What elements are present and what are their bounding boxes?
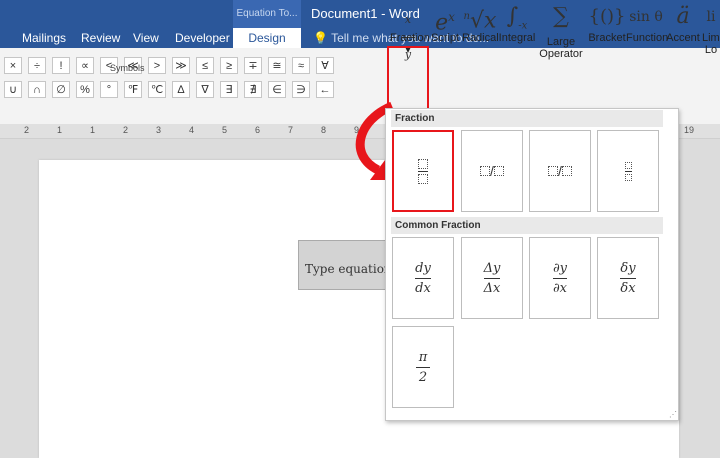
function-button[interactable]: sin θ Function [626,2,669,60]
gallery-section-fraction: Fraction [391,110,663,127]
symbol-button[interactable]: ≫ [172,57,190,74]
ruler-number: 1 [90,125,96,135]
lightbulb-icon: 💡 [313,31,332,45]
skewed-fraction-icon: / [480,163,504,179]
symbol-button[interactable]: ∩ [28,81,46,98]
symbol-button[interactable]: ∋ [292,81,310,98]
symbol-button[interactable]: ℃ [148,81,166,98]
resize-grip-icon[interactable]: ⋰ [669,410,677,419]
symbol-button[interactable]: ∄ [244,81,262,98]
radical-label: Radical [462,32,499,44]
fraction-numerator: ∂y [552,260,568,276]
ruler-number: 5 [222,125,228,135]
fraction-delta-y-delta-x-option[interactable]: Δy Δx [461,237,523,319]
symbol-button[interactable]: ∪ [4,81,22,98]
tab-mailings[interactable]: Mailings [22,28,66,48]
integral-label: Integral [498,32,536,44]
fraction-denominator: dx [415,280,431,296]
script-button[interactable]: ex Script [429,2,461,60]
large-operator-icon: ∑ [553,4,569,29]
limit-icon: li [706,9,716,25]
symbol-button[interactable]: > [148,57,166,74]
tab-design[interactable]: Design [233,28,301,48]
limit-label: Limi Lo [702,32,720,56]
ruler-number: 3 [156,125,162,135]
limit-button[interactable]: li Limi Lo [702,2,720,60]
fraction-denominator: ∂x [552,280,568,296]
symbol-button[interactable]: ° [100,81,118,98]
fraction-icon: xy [390,2,426,61]
fraction-denominator: Δx [483,280,501,296]
fraction-numerator: Δy [483,260,501,276]
bracket-icon: {()} [588,6,626,27]
bracket-label: Bracket [588,32,626,44]
function-icon: sin θ [629,9,663,25]
symbol-button[interactable]: ∀ [316,57,334,74]
ruler-number: 19 [684,125,695,135]
integral-button[interactable]: ∫-x Integral [498,2,536,60]
function-label: Function [626,32,669,44]
ruler-number: 6 [255,125,261,135]
fraction-pi-over-2-option[interactable]: π2 [392,326,454,408]
accent-button[interactable]: ä Accent [666,2,700,60]
script-label: Script [430,32,460,44]
linear-fraction-option[interactable]: / [529,130,591,212]
symbol-button[interactable]: ! [52,57,70,74]
fraction-label: Fraction [390,32,430,44]
ruler-number: 2 [123,125,129,135]
bracket-button[interactable]: {()} Bracket [588,2,626,60]
large-operator-label: Large Operator [539,36,583,60]
symbol-button[interactable]: % [76,81,94,98]
ruler-number: 4 [189,125,195,135]
radical-icon: n√x [463,8,497,34]
fraction-numerator: π [418,349,428,365]
symbol-button[interactable]: ≥ [220,57,238,74]
linear-fraction-icon: / [548,163,572,179]
tab-review[interactable]: Review [81,28,120,48]
stacked-fraction-option[interactable] [392,130,454,212]
tab-developer[interactable]: Developer [175,28,230,48]
fraction-partial-option[interactable]: ∂y ∂x [529,237,591,319]
fraction-denominator: δx [620,280,636,296]
fraction-denominator: 2 [418,369,428,385]
symbol-button[interactable]: × [4,57,22,74]
symbol-button[interactable]: ℉ [124,81,142,98]
stacked-fraction-icon [418,158,428,184]
symbol-button[interactable]: ∓ [244,57,262,74]
symbol-button[interactable]: ≤ [196,57,214,74]
symbol-button[interactable]: ← [316,81,334,98]
equation-tools-context-tab: Equation To... [233,0,301,28]
ruler-number: 1 [57,125,63,135]
ruler-number: 2 [24,125,30,135]
small-fraction-option[interactable] [597,130,659,212]
skewed-fraction-option[interactable]: / [461,130,523,212]
symbol-button[interactable]: ∈ [268,81,286,98]
symbol-button[interactable]: ≈ [292,57,310,74]
symbol-button[interactable]: ∅ [52,81,70,98]
accent-label: Accent [666,32,700,44]
integral-icon: ∫-x [506,4,528,32]
radical-button[interactable]: n√x Radical [462,2,499,60]
small-fraction-icon [624,161,632,181]
script-icon: ex [435,10,455,36]
symbol-button[interactable]: ÷ [28,57,46,74]
fraction-dy-dx-option[interactable]: dy dx [392,237,454,319]
tab-view[interactable]: View [133,28,159,48]
symbol-button[interactable]: ≅ [268,57,286,74]
ruler-number: 7 [288,125,294,135]
symbols-group-label: Symbols [110,63,145,73]
large-operator-button[interactable]: ∑ Large Operator [536,2,586,60]
fraction-small-delta-option[interactable]: δy δx [597,237,659,319]
accent-icon: ä [676,4,690,29]
ruler-number: 8 [321,125,327,135]
fraction-numerator: dy [415,260,431,276]
symbol-button[interactable]: ∆ [172,81,190,98]
fraction-numerator: δy [620,260,636,276]
symbol-button[interactable]: ∝ [76,57,94,74]
symbol-button[interactable]: ∃ [220,81,238,98]
symbol-button[interactable]: ∇ [196,81,214,98]
gallery-section-common-fraction: Common Fraction [391,217,663,234]
